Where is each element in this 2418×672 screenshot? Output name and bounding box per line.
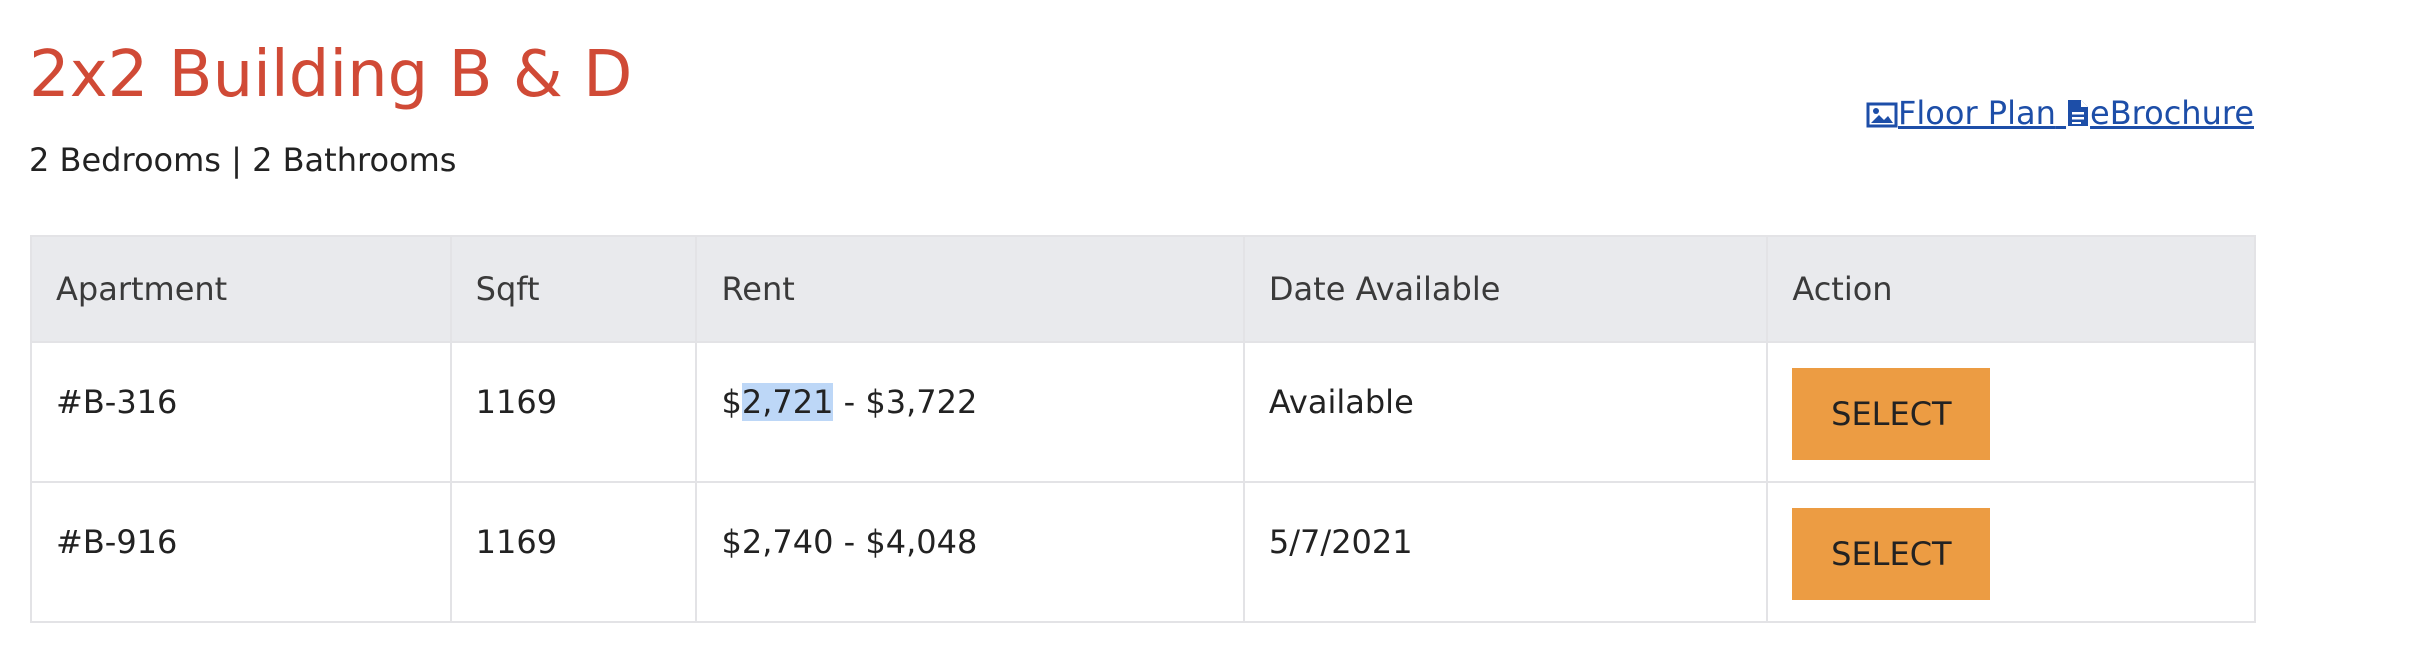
table-row: #B-916 1169 $2,740 - $4,048 5/7/2021 SEL… bbox=[30, 481, 2256, 623]
date-available-cell: 5/7/2021 bbox=[1242, 481, 1769, 623]
plan-links: Floor Plan eBrochure bbox=[1866, 88, 2254, 138]
rent-prefix: $ bbox=[721, 383, 742, 421]
sqft-cell: 1169 bbox=[449, 341, 698, 483]
action-cell: SELECT bbox=[1766, 341, 2256, 483]
rent-selected-text: 2,721 bbox=[741, 383, 834, 421]
action-cell: SELECT bbox=[1766, 481, 2256, 623]
apartment-cell: #B-316 bbox=[30, 341, 452, 483]
date-available-cell: Available bbox=[1242, 341, 1769, 483]
plan-title: 2x2 Building B & D bbox=[29, 38, 633, 112]
plan-details: 2 Bedrooms | 2 Bathrooms bbox=[29, 141, 457, 179]
table-row: #B-316 1169 $2,721 - $3,722 Available SE… bbox=[30, 341, 2256, 483]
units-table: Apartment Sqft Rent Date Available Actio… bbox=[30, 235, 2256, 623]
ebrochure-link[interactable]: eBrochure bbox=[2066, 94, 2254, 132]
col-header-rent: Rent bbox=[695, 235, 1245, 343]
rent-cell: $2,740 - $4,048 bbox=[695, 481, 1245, 623]
col-header-date-available: Date Available bbox=[1242, 235, 1769, 343]
sqft-cell: 1169 bbox=[449, 481, 698, 623]
image-icon bbox=[1866, 102, 1898, 128]
document-icon bbox=[2068, 100, 2089, 126]
floor-plan-label: Floor Plan bbox=[1898, 94, 2056, 132]
ebrochure-label: eBrochure bbox=[2090, 94, 2254, 132]
floor-plan-link[interactable]: Floor Plan bbox=[1866, 94, 2066, 132]
rent-cell: $2,721 - $3,722 bbox=[695, 341, 1245, 483]
col-header-apartment: Apartment bbox=[30, 235, 452, 343]
table-header-row: Apartment Sqft Rent Date Available Actio… bbox=[30, 235, 2256, 343]
rent-suffix: - $3,722 bbox=[833, 383, 978, 421]
select-button[interactable]: SELECT bbox=[1792, 368, 1991, 460]
col-header-action: Action bbox=[1766, 235, 2256, 343]
apartment-cell: #B-916 bbox=[30, 481, 452, 623]
select-button[interactable]: SELECT bbox=[1792, 508, 1991, 600]
col-header-sqft: Sqft bbox=[449, 235, 698, 343]
